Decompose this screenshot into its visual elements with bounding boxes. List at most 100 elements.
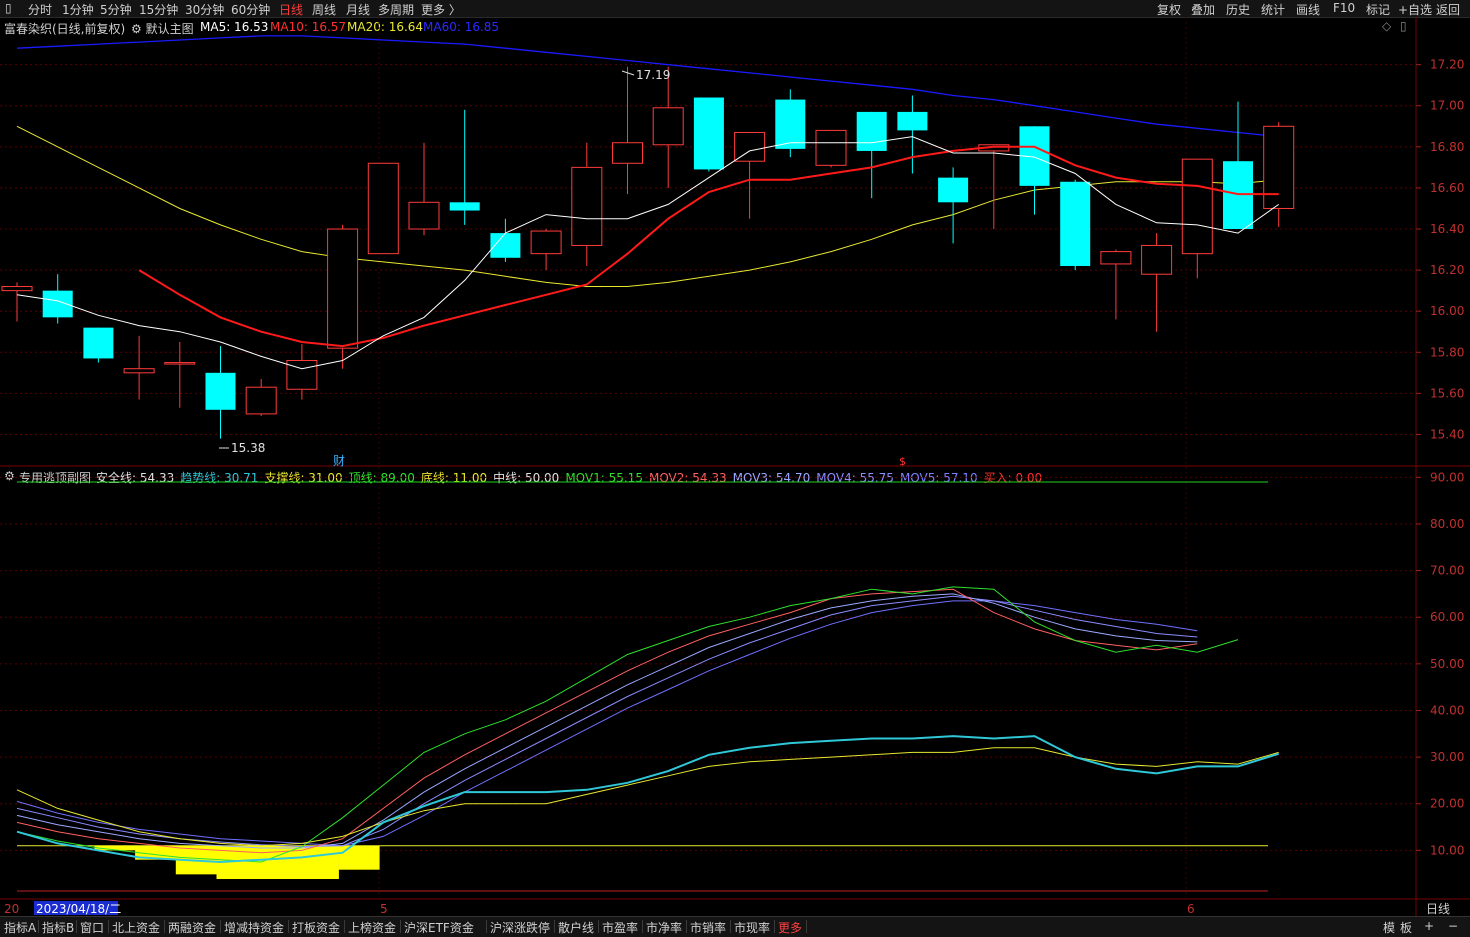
toolbar-button[interactable]: +自选 [1398, 1, 1432, 18]
candle-body-up [530, 230, 562, 255]
candle-body-up [408, 201, 440, 230]
low-price-label: 15.38 [231, 441, 265, 455]
candle-body-up [1263, 125, 1295, 209]
toolbar-button[interactable]: 画线 [1296, 1, 1320, 18]
price-tick-label: 15.80 [1430, 345, 1464, 359]
candle-body-up [1181, 158, 1213, 255]
period-tab[interactable]: 周线 [312, 1, 336, 18]
bottom-toolbar: 指标A 指标B 窗口 北上资金 两融资金 增减持资金 打板资金 上榜资金 沪深ETF资金 沪深涨跌… [0, 916, 1470, 937]
bottom-tab[interactable]: 沪深涨跌停 [490, 919, 550, 936]
bottom-tab[interactable]: 上榜资金 [348, 919, 396, 936]
bottom-right-button[interactable]: 板 [1400, 919, 1412, 936]
toolbar-button[interactable]: 历史 [1226, 1, 1250, 18]
date-cursor-label: 2023/04/18/二 [36, 902, 121, 916]
candle-body-up [327, 228, 359, 349]
bottom-tab[interactable]: 指标B [42, 919, 74, 936]
period-tab[interactable]: 5分钟 [100, 1, 132, 18]
indicator-tick-label: 50.00 [1430, 657, 1464, 671]
tab-separator [598, 920, 599, 933]
bottom-right-button[interactable]: + [1424, 919, 1434, 933]
date-prefix: 20 [4, 902, 19, 916]
candle-body-down [1223, 161, 1253, 230]
bottom-tab[interactable]: 增减持资金 [224, 919, 284, 936]
period-tab[interactable]: 分时 [28, 1, 52, 18]
candle-body-up [734, 131, 766, 162]
candle-body-down [938, 177, 969, 203]
candle-body-up [571, 166, 603, 246]
high-price-label: 17.19 [636, 68, 670, 82]
candle-body-up [245, 386, 277, 415]
price-tick-label: 16.20 [1430, 263, 1464, 277]
bottom-tab[interactable]: 市销率 [690, 919, 726, 936]
bottom-right-button[interactable]: 模 [1383, 919, 1395, 936]
tab-separator [642, 920, 643, 933]
price-tick-label: 17.20 [1430, 58, 1464, 72]
price-tick-label: 16.40 [1430, 222, 1464, 236]
bottom-tab[interactable]: 散户线 [558, 919, 594, 936]
candle-body-down [42, 290, 73, 318]
bottom-tab[interactable]: 北上资金 [112, 919, 160, 936]
buy-signal-bar [338, 845, 380, 870]
toolbar-button[interactable]: 复权 [1157, 1, 1181, 18]
bottom-tab[interactable]: 两融资金 [168, 919, 216, 936]
price-tick-label: 16.80 [1430, 140, 1464, 154]
indicator-tick-label: 60.00 [1430, 610, 1464, 624]
tab-separator [554, 920, 555, 933]
candle-body-up [123, 368, 155, 374]
tab-separator [220, 920, 221, 933]
indicator-tick-label: 80.00 [1430, 517, 1464, 531]
toolbar-button[interactable]: 返回 [1436, 1, 1460, 18]
period-tab[interactable]: 月线 [346, 1, 370, 18]
bottom-tab[interactable]: 打板资金 [292, 919, 340, 936]
candle-body-down [83, 327, 114, 359]
indicator-tick-label: 90.00 [1430, 470, 1464, 484]
price-tick-label: 15.40 [1430, 427, 1464, 441]
toolbar-button[interactable]: F10 [1333, 1, 1355, 15]
price-tick-label: 16.00 [1430, 304, 1464, 318]
buy-signal-bar [297, 845, 339, 880]
candle-body-down [449, 202, 480, 211]
period-tab[interactable]: 多周期 [378, 1, 414, 18]
candle-body-up [367, 162, 399, 255]
indicator-tick-label: 10.00 [1430, 843, 1464, 857]
bottom-tab[interactable]: 窗口 [80, 919, 104, 936]
period-tab[interactable]: 15分钟 [139, 1, 178, 18]
price-tick-label: 16.60 [1430, 181, 1464, 195]
period-tab[interactable]: 1分钟 [62, 1, 94, 18]
candle-body-down [897, 111, 928, 131]
trend-line [16, 735, 1279, 864]
tab-separator [108, 920, 109, 933]
bottom-tab[interactable]: 市盈率 [602, 919, 638, 936]
bottom-tab[interactable]: 市净率 [646, 919, 682, 936]
period-tab[interactable]: 60分钟 [231, 1, 270, 18]
mov5-line [16, 600, 1198, 847]
period-label: 日线 [1426, 902, 1450, 916]
toolbar-button[interactable]: 标记 [1366, 1, 1390, 18]
tab-separator [38, 920, 39, 933]
ma10-line [138, 145, 1279, 348]
candle-body-down [856, 111, 887, 151]
tab-separator [288, 920, 289, 933]
candle-body-up [164, 362, 196, 365]
finance-marker: 财 [333, 454, 345, 468]
bottom-right-button[interactable]: − [1448, 919, 1458, 933]
period-tab[interactable]: 30分钟 [185, 1, 224, 18]
candle-body-up [286, 359, 318, 390]
event-marker: $ [899, 455, 906, 468]
toolbar-button[interactable]: 统计 [1261, 1, 1285, 18]
bottom-tab[interactable]: 沪深ETF资金 [404, 919, 474, 936]
top-toolbar: ▯ 分时 1分钟 5分钟 15分钟 30分钟 60分钟 日线 周线 月线 多周期 更多 〉 复权 叠加 历史… [0, 0, 1470, 18]
window-icon[interactable]: ▯ [5, 1, 12, 15]
candle-body-up [612, 142, 643, 164]
period-tab[interactable]: 更多 〉 [421, 1, 461, 18]
support-line [16, 747, 1279, 847]
candle-body-up [815, 129, 847, 166]
candle-body-down [205, 372, 236, 410]
bottom-tab[interactable]: 指标A [4, 919, 36, 936]
mov1-line [16, 586, 1239, 863]
chart-area[interactable]: 15.40 15.60 15.80 16.00 16.20 16.40 16.60 16.80… [0, 17, 1470, 916]
period-tab[interactable]: 日线 [279, 1, 303, 18]
toolbar-button[interactable]: 叠加 [1191, 1, 1215, 18]
bottom-tab[interactable]: 更多 [778, 919, 802, 936]
bottom-tab[interactable]: 市现率 [734, 919, 770, 936]
